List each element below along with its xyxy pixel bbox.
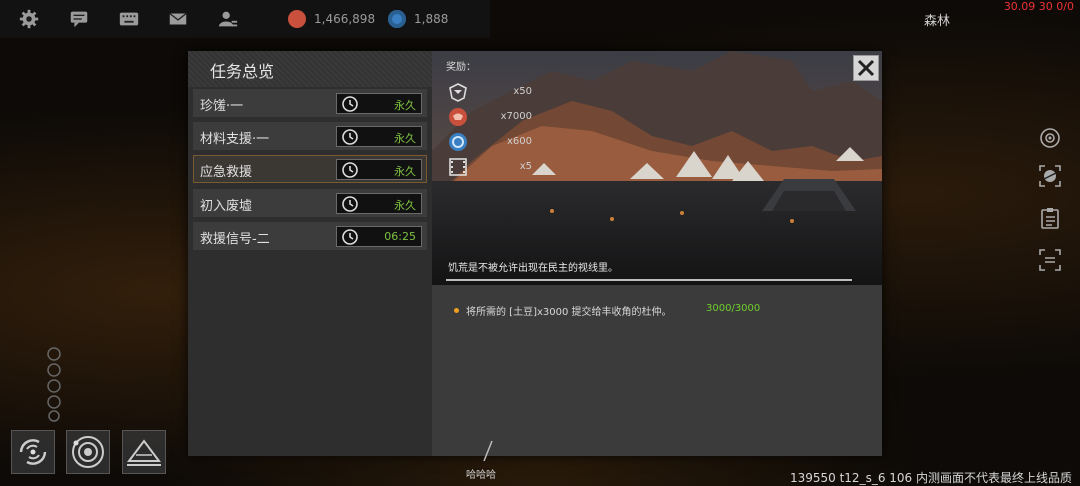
objective-row: 将所需的 [土豆]x3000 提交给丰收角的杜仲。 [454,303,672,318]
crescent-logo-icon [880,2,896,34]
objective-progress: 3000/3000 [706,303,761,314]
task-detail-panel: 奖励： x50 x7000 x600 x5 饥荒是不被允许出现在民主的视线里。 … [432,51,882,456]
rank-badge-icon [449,83,467,102]
panel-header: 任务总览 [188,51,432,87]
task-label: 珍馐·一 [200,99,244,114]
clipboard-icon[interactable] [1038,206,1062,230]
task-list-panel: 任务总览 珍馐·一 永久 材料支援·一 永久 应急救援 永久 初入废墟 永久 救… [188,51,432,456]
level-dots-icon [47,347,61,422]
story-text: 饥荒是不被允许出现在民主的视线里。 [448,263,618,274]
clock-icon [342,129,358,145]
reward-count: x7000 [500,111,532,122]
task-item[interactable]: 材料支援·一 永久 [193,122,427,150]
timer-value: 永久 [394,165,416,178]
task-timer: 06:25 [336,226,422,247]
gear-icon[interactable] [18,8,40,30]
chat-marker-icon [483,440,493,462]
timer-value: 永久 [394,199,416,212]
resource-blue: 1,888 [388,9,448,29]
task-item-selected[interactable]: 应急救援 永久 [193,155,427,183]
clock-icon [342,196,358,212]
clock-icon [342,229,358,245]
reward-count: x50 [513,86,532,97]
chat-icon[interactable] [68,8,90,30]
red-resource-icon [288,10,306,28]
timer-value: 永久 [394,132,416,145]
task-timer: 永久 [336,93,422,114]
bullet-icon [454,308,459,313]
player-name: 森林 [924,14,951,29]
task-label: 材料支援·一 [200,132,270,147]
orbit-icon [72,436,104,468]
galaxy-icon [19,439,47,465]
target-icon[interactable] [1038,126,1062,150]
task-item[interactable]: 救援信号-二 06:25 [193,222,427,250]
terrain-button[interactable] [122,430,166,474]
close-button[interactable] [853,55,879,81]
reward-title: 奖励： [446,62,476,73]
resource-red: 1,466,898 [288,9,375,29]
chat-message: 哈哈哈 [466,470,496,481]
reward-item: x600 [448,132,548,152]
task-timer: 永久 [336,159,422,180]
objective-text: 将所需的 [土豆]x3000 提交给丰收角的杜仲。 [466,307,672,318]
divider [446,279,852,281]
blue-resource-icon [449,133,467,151]
blue-resource-icon [388,10,406,28]
task-label: 应急救援 [200,165,253,180]
task-timer: 永久 [336,193,422,214]
planet-scan-icon[interactable] [1038,164,1062,188]
reward-count: x600 [506,136,532,147]
top-bar: 1,466,898 1,888 [0,0,490,38]
reward-item: x50 [448,82,548,102]
reward-item: x7000 [448,107,548,127]
reward-item: x5 [448,157,548,177]
close-icon [857,59,875,77]
clock-icon [342,96,358,112]
clock-icon [342,162,358,178]
timer-value: 06:25 [384,230,416,243]
terrain-icon [127,439,161,466]
status-readout: 30.09 30 0/0 [1003,0,1074,13]
resource-red-value: 1,466,898 [314,12,376,26]
resource-blue-value: 1,888 [414,12,449,26]
film-icon [449,158,467,176]
task-overview-dialog: 任务总览 珍馐·一 永久 材料支援·一 永久 应急救援 永久 初入废墟 永久 救… [188,51,882,456]
red-resource-icon [449,108,467,126]
task-item[interactable]: 初入废墟 永久 [193,189,427,217]
keyboard-icon[interactable] [118,8,140,30]
galaxy-button[interactable] [11,430,55,474]
orbit-button[interactable] [66,430,110,474]
build-watermark: 139550 t12_s_6 106 内测画面不代表最终上线品质 [789,471,1072,485]
mail-icon[interactable] [167,8,189,30]
task-label: 救援信号-二 [200,232,270,247]
dialog-title: 任务总览 [210,62,275,81]
timer-value: 永久 [394,99,416,112]
task-item[interactable]: 珍馐·一 永久 [193,89,427,117]
profile-icon[interactable] [217,8,239,30]
task-timer: 永久 [336,126,422,147]
scan-frame-icon[interactable] [1038,248,1062,272]
reward-count: x5 [519,161,532,172]
task-label: 初入废墟 [200,199,253,214]
